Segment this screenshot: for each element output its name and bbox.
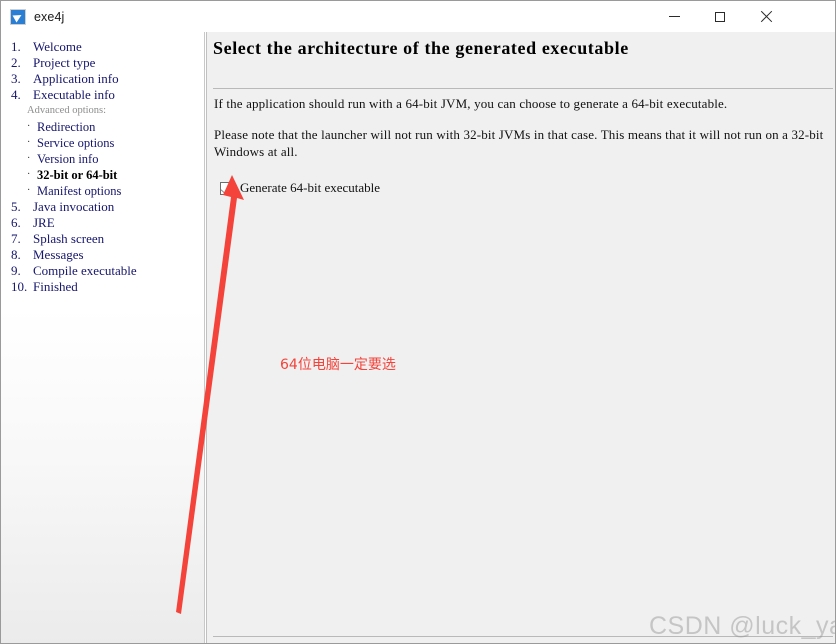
sidebar-item-label: Application info — [33, 71, 119, 86]
sidebar-item-label: JRE — [33, 215, 55, 230]
sidebar-item-label: Project type — [33, 55, 96, 70]
window-title: exe4j — [34, 9, 65, 24]
sidebar-item-label: Welcome — [33, 39, 82, 54]
sidebar-item-label: 32-bit or 64-bit — [37, 168, 118, 182]
sidebar-item-number: 1. — [11, 39, 21, 54]
footer-divider — [213, 636, 833, 637]
sidebar-item-number: 3. — [11, 71, 21, 86]
sidebar-item-number: 5. — [11, 199, 21, 214]
sidebar-item-label: Compile executable — [33, 263, 137, 278]
sidebar-item-label: Redirection — [37, 120, 96, 134]
sidebar-item-executable-info[interactable]: 4. Executable info — [1, 87, 204, 103]
page-title: Select the architecture of the generated… — [213, 38, 629, 58]
sidebar-item-jre[interactable]: 6. JRE — [1, 215, 204, 231]
sidebar-item-number: 2. — [11, 55, 21, 70]
wizard-step-list: 1. Welcome 2. Project type 3. Application inf… — [1, 39, 204, 295]
sidebar-item-32-bit-or-64-bit[interactable]: · 32-bit or 64-bit — [1, 167, 204, 183]
exe4j-wizard-window: exe4j 1. Welcome 2. Project type 3. Applicati… — [0, 0, 836, 644]
sidebar-item-number: 7. — [11, 231, 21, 246]
header-divider — [213, 88, 833, 89]
generate-64bit-label: Generate 64-bit executable — [240, 180, 381, 195]
sidebar-item-welcome[interactable]: 1. Welcome — [1, 39, 204, 55]
exe4j-app-icon — [10, 8, 26, 25]
sidebar-item-number: 6. — [11, 215, 21, 230]
sidebar-group-label: Advanced options: — [27, 105, 107, 116]
sidebar-item-number: 4. — [11, 87, 21, 102]
sidebar-item-redirection[interactable]: · Redirection — [1, 119, 204, 135]
sidebar-item-label: Version info — [37, 152, 99, 166]
sidebar-item-number: 10. — [11, 279, 28, 294]
maximize-button[interactable] — [697, 1, 743, 32]
sidebar-item-splash-screen[interactable]: 7. Splash screen — [1, 231, 204, 247]
generate-64bit-checkbox-row[interactable]: Generate 64-bit executable — [220, 180, 380, 196]
sidebar-item-messages[interactable]: 8. Messages — [1, 247, 204, 263]
sidebar-item-label: Java invocation — [33, 199, 115, 214]
description-paragraph-2: Please note that the launcher will not r… — [214, 127, 824, 159]
sidebar-item-label: Splash screen — [33, 231, 105, 246]
sidebar-item-number: 8. — [11, 247, 21, 262]
sidebar-item-label: Finished — [33, 279, 78, 294]
title-bar: exe4j — [1, 1, 835, 32]
wizard-main-panel: Select the architecture of the generated… — [206, 32, 835, 643]
bullet-icon: · — [27, 121, 31, 132]
sidebar-item-label: Executable info — [33, 87, 115, 102]
maximize-icon — [715, 11, 725, 22]
minimize-button[interactable] — [651, 1, 697, 32]
minimize-icon — [668, 16, 680, 17]
close-icon — [760, 11, 772, 23]
sidebar-item-compile-executable[interactable]: 9. Compile executable — [1, 263, 204, 279]
bullet-icon: · — [27, 169, 31, 180]
sidebar-item-application-info[interactable]: 3. Application info — [1, 71, 204, 87]
sidebar-item-java-invocation[interactable]: 5. Java invocation — [1, 199, 204, 215]
close-button[interactable] — [743, 1, 789, 32]
sidebar-item-label: Manifest options — [37, 184, 122, 198]
description-paragraph-1: If the application should run with a 64-… — [214, 96, 728, 111]
sidebar-item-manifest-options[interactable]: · Manifest options — [1, 183, 204, 199]
sidebar-item-version-info[interactable]: · Version info — [1, 151, 204, 167]
sidebar-item-label: Messages — [33, 247, 84, 262]
title-bar-left: exe4j — [10, 1, 64, 32]
bullet-icon: · — [27, 137, 31, 148]
sidebar-item-label: Service options — [37, 136, 115, 150]
annotation-note-text: 64位电脑一定要选 — [280, 357, 396, 373]
sidebar-item-service-options[interactable]: · Service options — [1, 135, 204, 151]
wizard-step-sidebar: 1. Welcome 2. Project type 3. Application inf… — [1, 32, 205, 643]
sidebar-item-finished[interactable]: 10. Finished — [1, 279, 204, 295]
bullet-icon: · — [27, 153, 31, 164]
bullet-icon: · — [27, 185, 31, 196]
sidebar-item-project-type[interactable]: 2. Project type — [1, 55, 204, 71]
sidebar-item-number: 9. — [11, 263, 21, 278]
generate-64bit-checkbox[interactable] — [220, 181, 233, 195]
